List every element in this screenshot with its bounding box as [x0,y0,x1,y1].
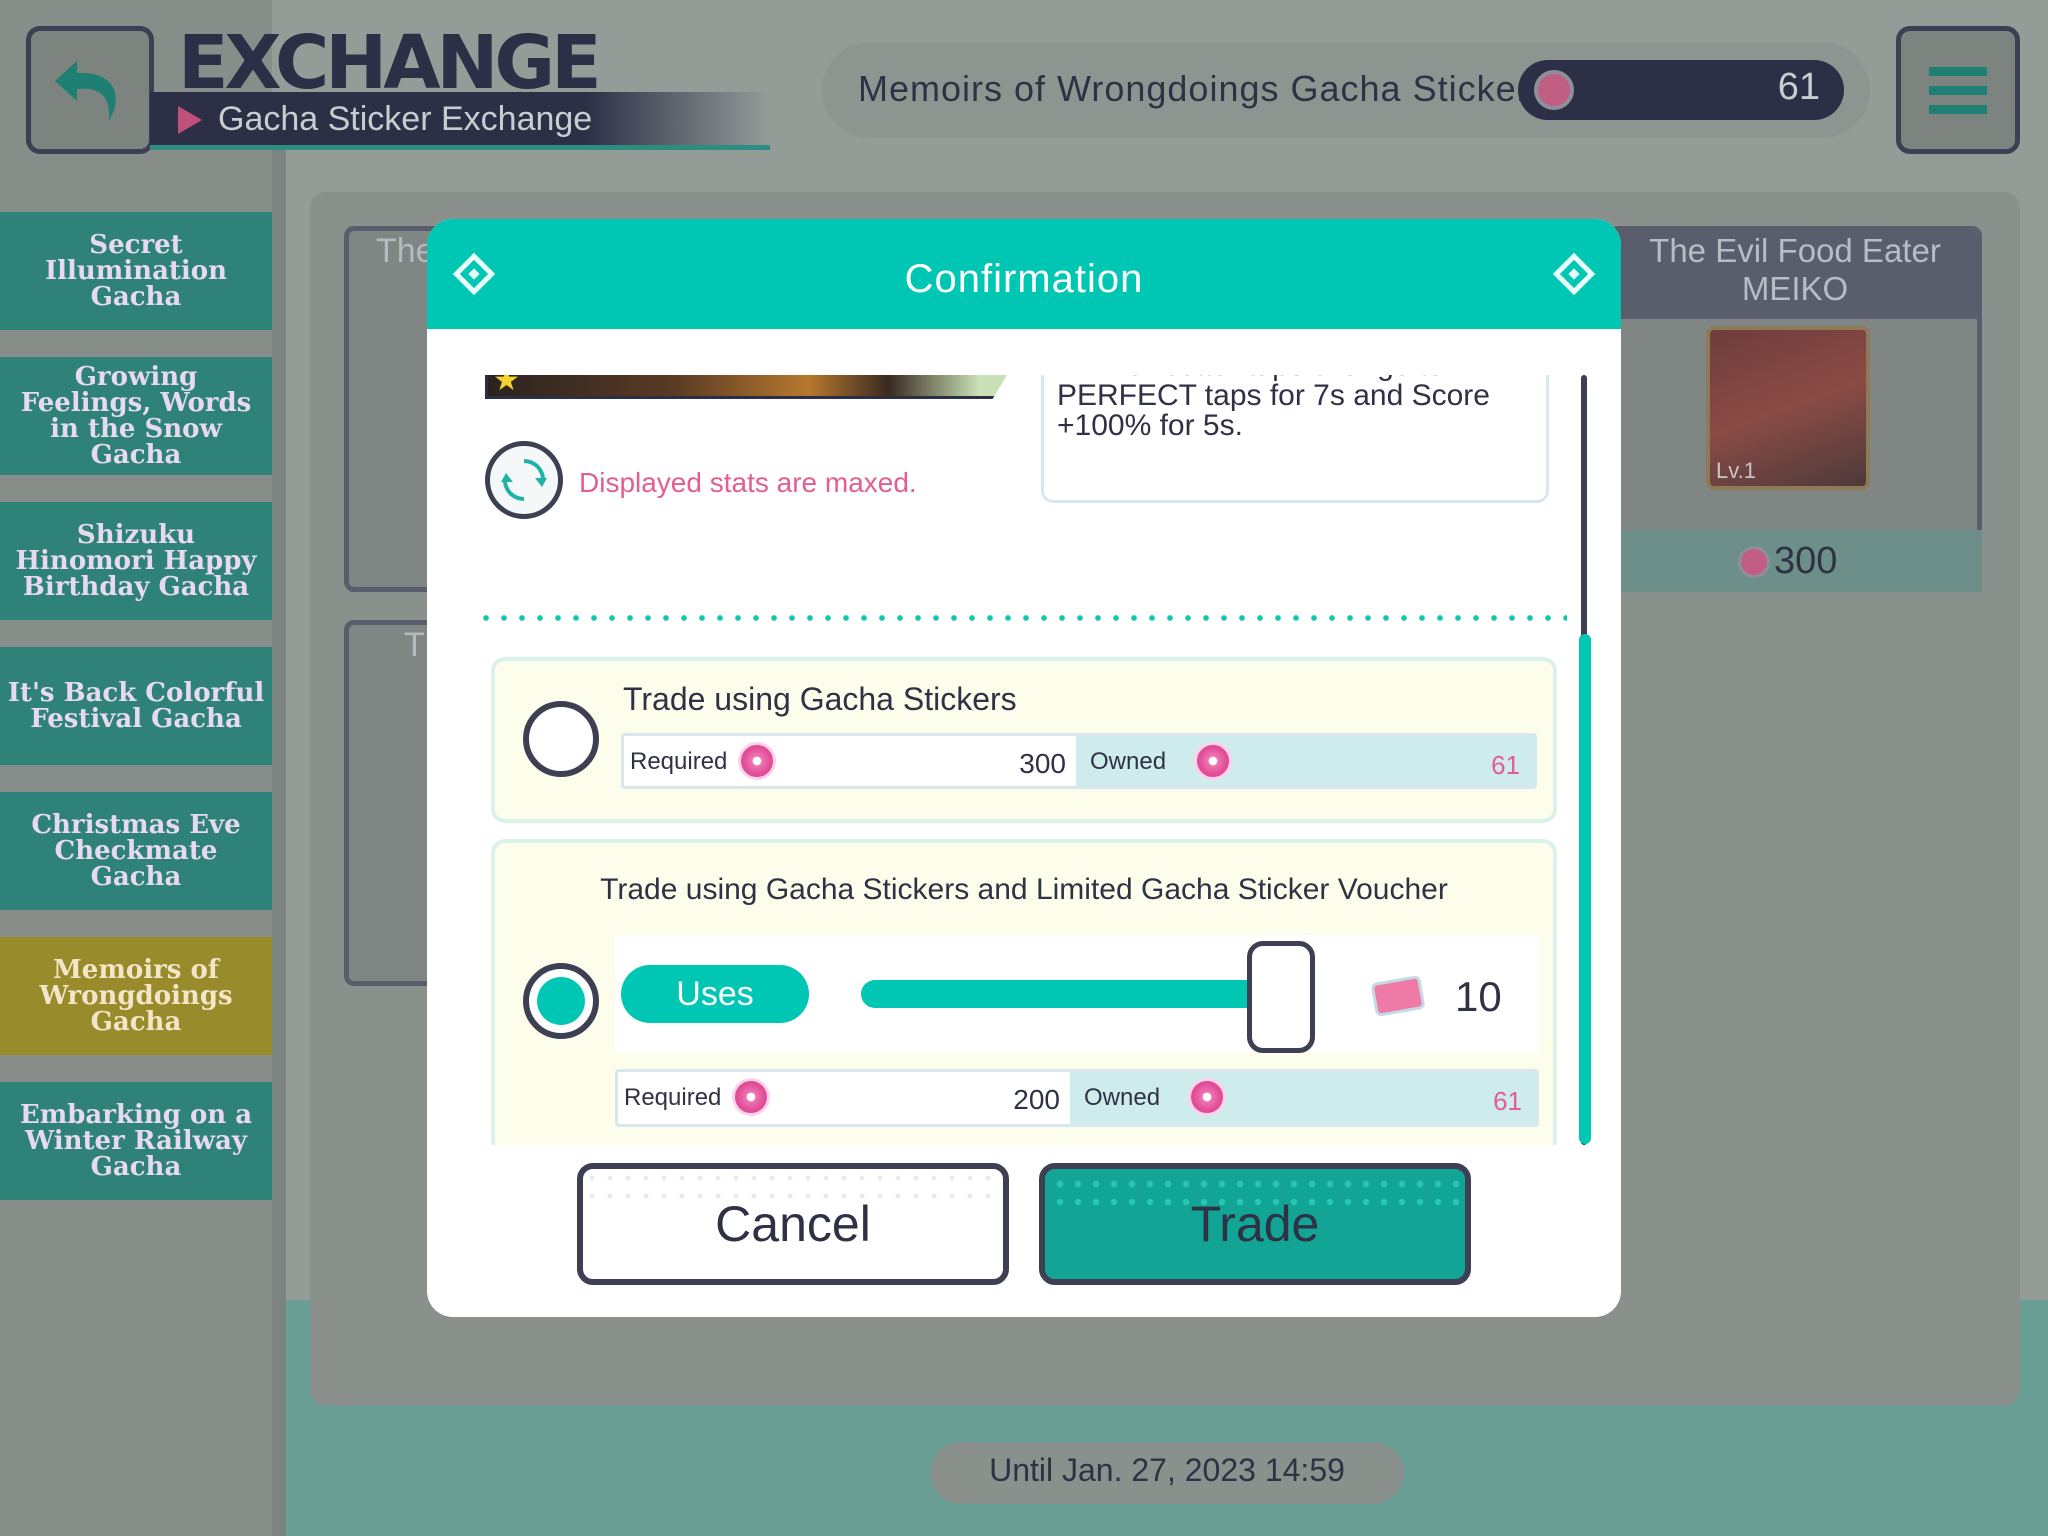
uses-slider-fill [861,980,1261,1008]
required-value: 200 [1013,1084,1060,1115]
gacha-banner-list: Secret Illumination Gacha Growing Feelin… [0,212,272,1227]
uses-slider[interactable] [861,980,1261,1008]
cost-row: Required 200 Owned 61 [615,1069,1539,1127]
trade-label: Trade [1190,1196,1320,1252]
option-radio[interactable] [523,701,599,777]
voucher-uses-control: Uses 10 [615,935,1539,1053]
confirmation-dialog: Confirmation ★ Displayed stats are maxed… [427,219,1621,1317]
required-cell: Required 200 [618,1072,1070,1124]
menu-icon-line [1929,85,1987,95]
sticker-icon [1188,1078,1226,1116]
banner-checkmate[interactable]: Christmas Eve Checkmate Gacha [0,792,272,910]
sticker-icon [732,1078,770,1116]
owned-value: 61 [1493,1086,1522,1116]
currency-label: Memoirs of Wrongdoings Gacha Sticker [858,68,1530,109]
banner-happy-birthday[interactable]: Shizuku Hinomori Happy Birthday Gacha [0,502,272,620]
trade-option-stickers[interactable]: Trade using Gacha Stickers Required 300 … [491,657,1557,823]
refresh-icon [501,458,547,502]
sidebar-edge [272,150,286,1536]
skill-description: BAD or better taps change to PERFECT tap… [1057,375,1490,442]
banner-winter-railway[interactable]: Embarking on a Winter Railway Gacha [0,1082,272,1200]
required-cell: Required 300 [624,736,1076,786]
uses-count: 10 [1455,973,1502,1020]
menu-button[interactable] [1896,26,2020,154]
menu-icon-line [1929,104,1987,114]
banner-colorful-festival[interactable]: It's Back Colorful Festival Gacha [0,647,272,765]
trade-option-stickers-voucher[interactable]: Trade using Gacha Stickers and Limited G… [491,839,1557,1145]
cancel-button[interactable]: Cancel [577,1163,1009,1285]
card-art-preview [485,375,1025,399]
option-title: Trade using Gacha Stickers and Limited G… [600,873,1448,906]
sticker-icon [1194,742,1232,780]
page-title: EXCHANGE [178,20,602,106]
dialog-header: Confirmation [427,219,1621,329]
required-label: Required [624,1084,722,1111]
required-value: 300 [1019,748,1066,779]
toggle-stats-button[interactable] [485,441,563,519]
stats-maxed-note: Displayed stats are maxed. [579,467,917,498]
option-radio-selected[interactable] [523,963,599,1039]
owned-label: Owned [1084,1084,1161,1111]
uses-label: Uses [621,965,809,1023]
dialog-title: Confirmation [904,257,1144,301]
card-title: T [404,626,425,664]
play-arrow-icon [178,106,202,134]
currency-count: 61 [1777,66,1820,108]
sticker-icon [1534,70,1574,110]
page-subtitle: Gacha Sticker Exchange [218,100,593,138]
required-label: Required [630,748,728,775]
back-arrow-icon [55,61,116,121]
banner-secret-illumination[interactable]: Secret Illumination Gacha [0,212,272,330]
sticker-icon [738,742,776,780]
card-level: Lv.1 [1716,458,1756,483]
scrollbar-thumb[interactable] [1579,634,1591,1144]
owned-label: Owned [1090,748,1167,775]
sticker-icon [1738,546,1770,578]
banner-memoirs-of-wrongdoings[interactable]: Memoirs of Wrongdoings Gacha [0,937,272,1055]
trade-button[interactable]: Trade [1039,1163,1471,1285]
menu-icon [1929,66,1987,76]
card-price: 300 [1774,540,1838,582]
banner-growing-feelings[interactable]: Growing Feelings, Words in the Snow Gach… [0,357,272,475]
card-title: The [376,232,435,270]
back-button[interactable] [26,26,154,154]
dialog-scroll-area[interactable]: ★ Displayed stats are maxed. BAD or bett… [427,375,1621,1145]
card-title: The Evil Food Eater MEIKO [1649,232,1941,307]
uses-slider-handle[interactable] [1247,941,1315,1053]
owned-value: 61 [1491,750,1520,780]
option-title: Trade using Gacha Stickers [623,681,1017,717]
star-icon: ★ [493,375,520,397]
cancel-label: Cancel [715,1196,871,1252]
cost-row: Required 300 Owned 61 [621,733,1537,789]
deadline-text: Until Jan. 27, 2023 14:59 [989,1452,1345,1488]
voucher-icon [1370,974,1426,1018]
owned-cell: Owned 61 [1076,736,1534,786]
divider [477,615,1567,621]
owned-cell: Owned 61 [1070,1072,1536,1124]
